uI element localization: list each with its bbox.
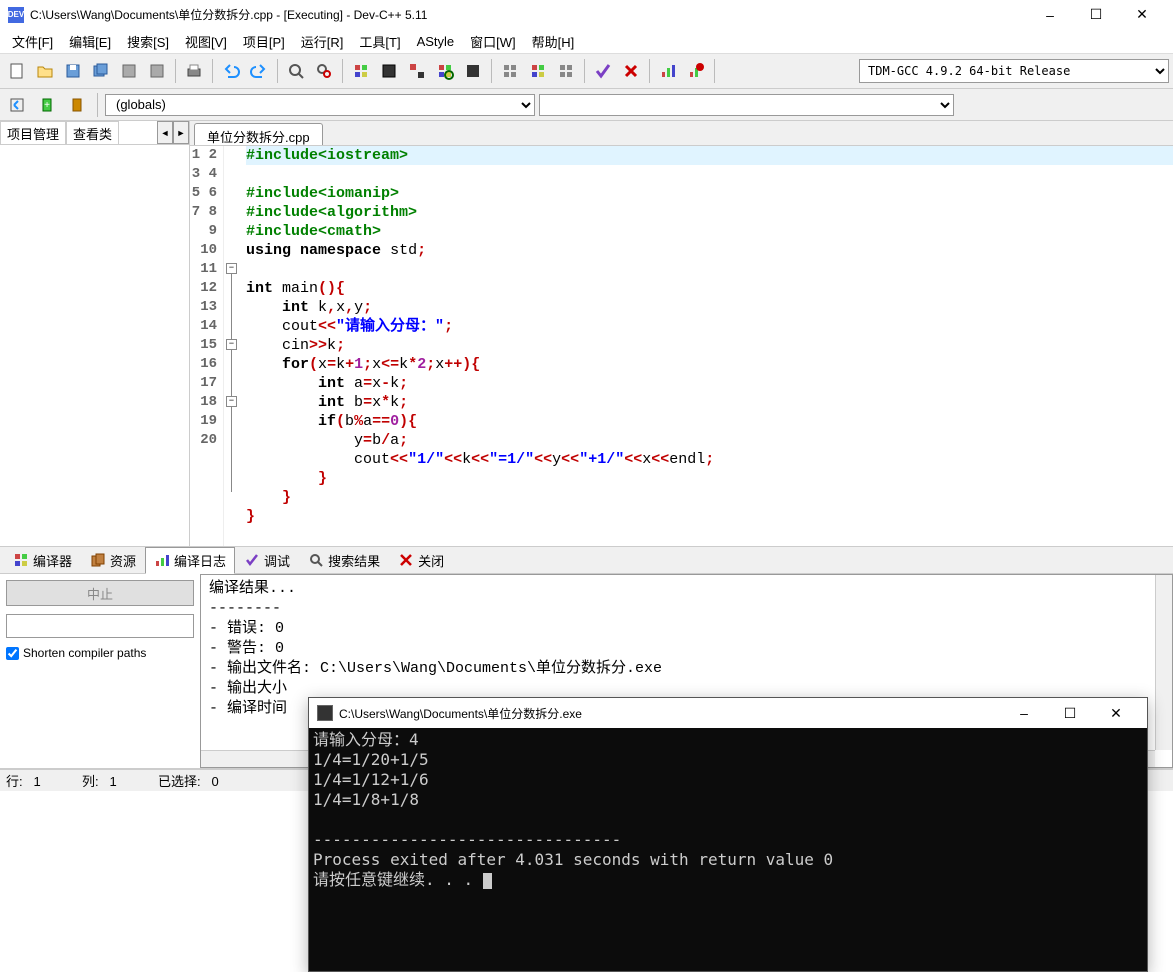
debug-icon[interactable] <box>460 58 486 84</box>
shorten-checkbox[interactable] <box>6 647 19 660</box>
btab-compiler[interactable]: 编译器 <box>4 547 81 574</box>
fold-box-icon[interactable]: − <box>226 263 237 274</box>
close-file-icon[interactable] <box>144 58 170 84</box>
bottom-tabs: 编译器 资源 编译日志 调试 搜索结果 关闭 <box>0 546 1173 574</box>
compile-input[interactable] <box>6 614 194 638</box>
main-area: 项目管理 查看类 ◄ ► 单位分数拆分.cpp 1 2 3 4 5 6 7 8 … <box>0 121 1173 546</box>
window-title: C:\Users\Wang\Documents\单位分数拆分.cpp - [Ex… <box>30 6 1027 23</box>
bookmark-icon[interactable] <box>64 92 90 118</box>
code-editor[interactable]: 1 2 3 4 5 6 7 8 9 10 11 12 13 14 15 16 1… <box>190 146 1173 546</box>
main-toolbar: TDM-GCC 4.9.2 64-bit Release <box>0 53 1173 89</box>
abort-button[interactable]: 中止 <box>6 580 194 606</box>
menu-file[interactable]: 文件[F] <box>4 30 61 53</box>
fold-box-icon[interactable]: − <box>226 339 237 350</box>
copy-icon <box>90 552 106 568</box>
tool2-icon[interactable] <box>525 58 551 84</box>
compile-icon[interactable] <box>348 58 374 84</box>
x-icon[interactable] <box>618 58 644 84</box>
console-maximize-button[interactable]: ☐ <box>1047 698 1093 728</box>
btab-debug[interactable]: 调试 <box>235 547 299 574</box>
left-panel: 项目管理 查看类 ◄ ► <box>0 121 190 546</box>
grid-icon <box>13 552 29 568</box>
run-icon[interactable] <box>376 58 402 84</box>
tab-nav-left[interactable]: ◄ <box>157 121 173 144</box>
console-close-button[interactable]: ✕ <box>1093 698 1139 728</box>
tab-nav-right[interactable]: ► <box>173 121 189 144</box>
file-tab[interactable]: 单位分数拆分.cpp <box>194 123 323 145</box>
console-minimize-button[interactable]: – <box>1001 698 1047 728</box>
new-file-icon[interactable] <box>4 58 30 84</box>
menu-bar: 文件[F] 编辑[E] 搜索[S] 视图[V] 项目[P] 运行[R] 工具[T… <box>0 30 1173 53</box>
cursor-icon <box>483 873 492 889</box>
menu-project[interactable]: 项目[P] <box>235 30 293 53</box>
chart-icon <box>154 552 170 568</box>
check-icon[interactable] <box>590 58 616 84</box>
console-titlebar: C:\Users\Wang\Documents\单位分数拆分.exe – ☐ ✕ <box>309 698 1147 728</box>
console-body[interactable]: 请输入分母：4 1/4=1/20+1/5 1/4=1/12+1/6 1/4=1/… <box>309 728 1147 971</box>
line-gutter: 1 2 3 4 5 6 7 8 9 10 11 12 13 14 15 16 1… <box>190 146 224 546</box>
menu-run[interactable]: 运行[R] <box>293 30 352 53</box>
compile-left: 中止 Shorten compiler paths <box>0 574 200 768</box>
menu-search[interactable]: 搜索[S] <box>119 30 177 53</box>
print-icon[interactable] <box>181 58 207 84</box>
close-button[interactable]: ✕ <box>1119 0 1165 30</box>
symbol-select[interactable] <box>539 94 954 116</box>
tab-class-view[interactable]: 查看类 <box>66 121 119 144</box>
find-icon[interactable] <box>283 58 309 84</box>
tab-project-mgmt[interactable]: 项目管理 <box>0 121 66 144</box>
menu-tools[interactable]: 工具[T] <box>351 30 408 53</box>
x-icon <box>398 552 414 568</box>
menu-astyle[interactable]: AStyle <box>409 32 463 51</box>
add-bookmark-icon[interactable]: + <box>34 92 60 118</box>
console-window: C:\Users\Wang\Documents\单位分数拆分.exe – ☐ ✕… <box>308 697 1148 972</box>
maximize-button[interactable]: ☐ <box>1073 0 1119 30</box>
undo-icon[interactable] <box>218 58 244 84</box>
btab-resources[interactable]: 资源 <box>81 547 145 574</box>
save-as-icon[interactable] <box>116 58 142 84</box>
shorten-paths-check[interactable]: Shorten compiler paths <box>6 646 194 660</box>
profile-icon[interactable] <box>655 58 681 84</box>
fold-column: − − − <box>224 146 242 546</box>
open-file-icon[interactable] <box>32 58 58 84</box>
fold-box-icon[interactable]: − <box>226 396 237 407</box>
svg-text:+: + <box>44 100 50 111</box>
console-icon <box>317 705 333 721</box>
menu-view[interactable]: 视图[V] <box>177 30 235 53</box>
scrollbar-vertical[interactable] <box>1155 575 1172 750</box>
save-icon[interactable] <box>60 58 86 84</box>
compiler-select[interactable]: TDM-GCC 4.9.2 64-bit Release <box>859 59 1169 83</box>
btab-close[interactable]: 关闭 <box>389 547 453 574</box>
console-title: C:\Users\Wang\Documents\单位分数拆分.exe <box>339 705 1001 722</box>
secondary-toolbar: + (globals) <box>0 89 1173 121</box>
goto-icon[interactable] <box>4 92 30 118</box>
delete-profile-icon[interactable] <box>683 58 709 84</box>
menu-window[interactable]: 窗口[W] <box>462 30 524 53</box>
tool1-icon[interactable] <box>497 58 523 84</box>
save-all-icon[interactable] <box>88 58 114 84</box>
globals-select[interactable]: (globals) <box>105 94 535 116</box>
menu-help[interactable]: 帮助[H] <box>524 30 583 53</box>
search-icon <box>308 552 324 568</box>
title-bar: DEV C:\Users\Wang\Documents\单位分数拆分.cpp -… <box>0 0 1173 30</box>
rebuild-icon[interactable] <box>432 58 458 84</box>
replace-icon[interactable] <box>311 58 337 84</box>
editor-area: 单位分数拆分.cpp 1 2 3 4 5 6 7 8 9 10 11 12 13… <box>190 121 1173 546</box>
minimize-button[interactable]: – <box>1027 0 1073 30</box>
btab-search[interactable]: 搜索结果 <box>299 547 389 574</box>
compile-run-icon[interactable] <box>404 58 430 84</box>
code-text[interactable]: #include<iostream> #include<iomanip> #in… <box>242 146 1173 546</box>
menu-edit[interactable]: 编辑[E] <box>61 30 119 53</box>
redo-icon[interactable] <box>246 58 272 84</box>
check-icon <box>244 552 260 568</box>
app-icon: DEV <box>8 7 24 23</box>
btab-compile-log[interactable]: 编译日志 <box>145 547 235 574</box>
tool3-icon[interactable] <box>553 58 579 84</box>
